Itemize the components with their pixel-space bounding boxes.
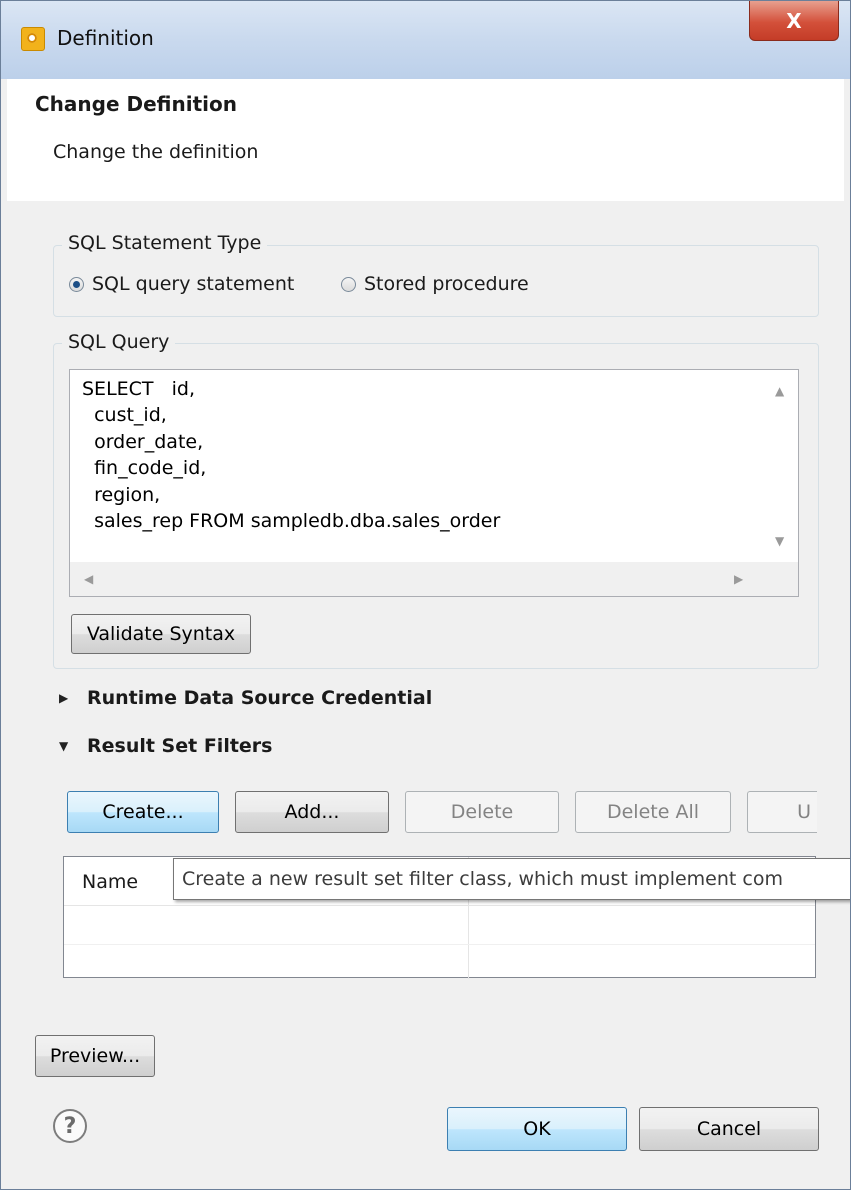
window-title: Definition [57, 26, 154, 50]
preview-button[interactable]: Preview... [35, 1035, 155, 1077]
page-description: Change the definition [53, 141, 259, 163]
result-set-filters-label: Result Set Filters [87, 735, 273, 757]
create-button-tooltip: Create a new result set filter class, wh… [173, 858, 850, 900]
title-bar[interactable]: Definition X [1, 1, 850, 79]
result-set-filters-section[interactable]: ▼ Result Set Filters [59, 735, 272, 757]
scroll-left-arrow-icon[interactable]: ◀ [84, 572, 93, 586]
radio-stored-procedure-label: Stored procedure [364, 273, 529, 295]
radio-stored-procedure[interactable]: Stored procedure [341, 273, 529, 295]
sql-line: order_date, [82, 430, 204, 453]
ok-button[interactable]: OK [447, 1107, 627, 1151]
horizontal-scrollbar[interactable]: ◀ ▶ [70, 562, 798, 596]
sql-line: SELECT id, [82, 378, 196, 400]
help-icon[interactable]: ? [53, 1109, 87, 1143]
runtime-credential-label: Runtime Data Source Credential [87, 687, 433, 709]
delete-button[interactable]: Delete [405, 791, 559, 833]
radio-sql-query-indicator[interactable] [69, 276, 84, 292]
cancel-button[interactable]: Cancel [639, 1107, 819, 1151]
scroll-up-arrow-icon[interactable]: ▲ [775, 384, 784, 398]
statement-type-label: SQL Statement Type [62, 232, 268, 254]
radio-sql-query-label: SQL query statement [92, 273, 295, 295]
scroll-right-arrow-icon[interactable]: ▶ [734, 572, 743, 586]
create-button[interactable]: Create... [67, 791, 219, 833]
sql-line: fin_code_id, [82, 457, 207, 480]
sql-query-text[interactable]: SELECT id, cust_id, order_date, fin_code… [82, 376, 500, 534]
scroll-down-arrow-icon[interactable]: ▼ [775, 534, 784, 548]
dialog-body: SQL Statement Type SQL query statement S… [7, 201, 850, 1181]
expand-arrow-icon[interactable]: ▶ [59, 691, 73, 705]
sql-line: region, [82, 483, 161, 506]
column-header-name[interactable]: Name [82, 871, 138, 893]
page-title: Change Definition [35, 92, 237, 116]
radio-stored-procedure-indicator[interactable] [341, 276, 356, 292]
delete-all-button[interactable]: Delete All [575, 791, 731, 833]
sql-query-editor[interactable]: SELECT id, cust_id, order_date, fin_code… [69, 369, 799, 597]
definition-dialog: Definition X Change Definition Change th… [0, 0, 851, 1190]
radio-sql-query[interactable]: SQL query statement [69, 273, 294, 295]
vertical-scrollbar[interactable]: ▲ ▼ [764, 370, 798, 560]
runtime-credential-section[interactable]: ▶ Runtime Data Source Credential [59, 687, 432, 709]
close-button[interactable]: X [749, 1, 839, 41]
partially-visible-button[interactable]: U [747, 791, 817, 833]
app-icon [21, 27, 45, 51]
add-button[interactable]: Add... [235, 791, 389, 833]
collapse-arrow-icon[interactable]: ▼ [59, 739, 73, 753]
wizard-header: Change Definition Change the definition [7, 79, 844, 201]
validate-syntax-button[interactable]: Validate Syntax [71, 614, 251, 654]
table-row[interactable] [64, 944, 815, 945]
sql-line: cust_id, [82, 404, 167, 427]
sql-query-label: SQL Query [62, 331, 176, 353]
sql-line: sales_rep FROM sampledb.dba.sales_order [82, 510, 501, 533]
